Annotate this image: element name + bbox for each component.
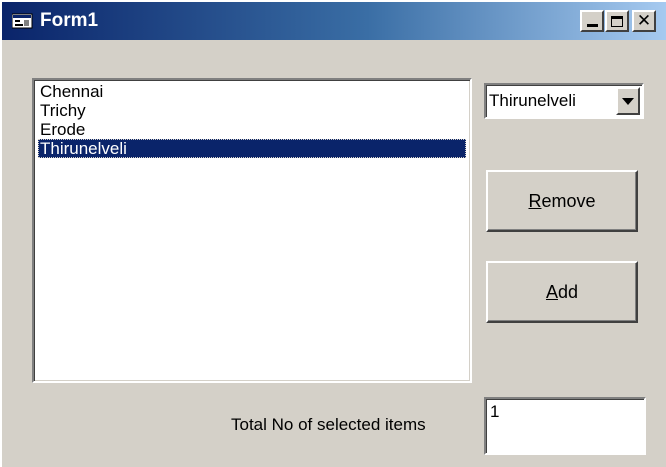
window-title: Form1 (40, 10, 99, 31)
minimize-button[interactable] (580, 10, 604, 32)
form-window: Form1 ✕ Chennai Trichy Erode Thirunelvel… (0, 0, 666, 467)
maximize-button[interactable] (605, 10, 629, 32)
add-button-label: dd (557, 281, 579, 302)
add-button-accelerator: A (545, 281, 558, 302)
selected-count-textbox[interactable]: 1 (484, 397, 646, 455)
title-bar[interactable]: Form1 ✕ (2, 2, 666, 40)
list-item-trichy[interactable]: Trichy (38, 101, 466, 120)
minimize-icon (586, 24, 598, 27)
city-combobox[interactable]: Thirunelveli (484, 83, 644, 119)
combobox-dropdown-button[interactable] (616, 87, 640, 115)
combobox-value: Thirunelveli (489, 91, 576, 110)
add-button[interactable]: Add (486, 261, 638, 323)
selected-count-value: 1 (490, 402, 500, 421)
maximize-icon (611, 15, 623, 27)
remove-button-label: emove (541, 190, 596, 211)
form-icon (12, 13, 33, 29)
remove-button-accelerator: R (528, 190, 542, 211)
close-button[interactable]: ✕ (632, 10, 656, 32)
list-item-chennai[interactable]: Chennai (38, 82, 466, 101)
selected-count-label: Total No of selected items (231, 415, 426, 434)
list-item-erode[interactable]: Erode (38, 120, 466, 139)
remove-button[interactable]: Remove (486, 170, 638, 232)
city-listbox[interactable]: Chennai Trichy Erode Thirunelveli (32, 78, 472, 383)
chevron-down-icon (622, 97, 634, 105)
close-icon: ✕ (636, 10, 652, 31)
list-item-thirunelveli[interactable]: Thirunelveli (38, 139, 466, 158)
